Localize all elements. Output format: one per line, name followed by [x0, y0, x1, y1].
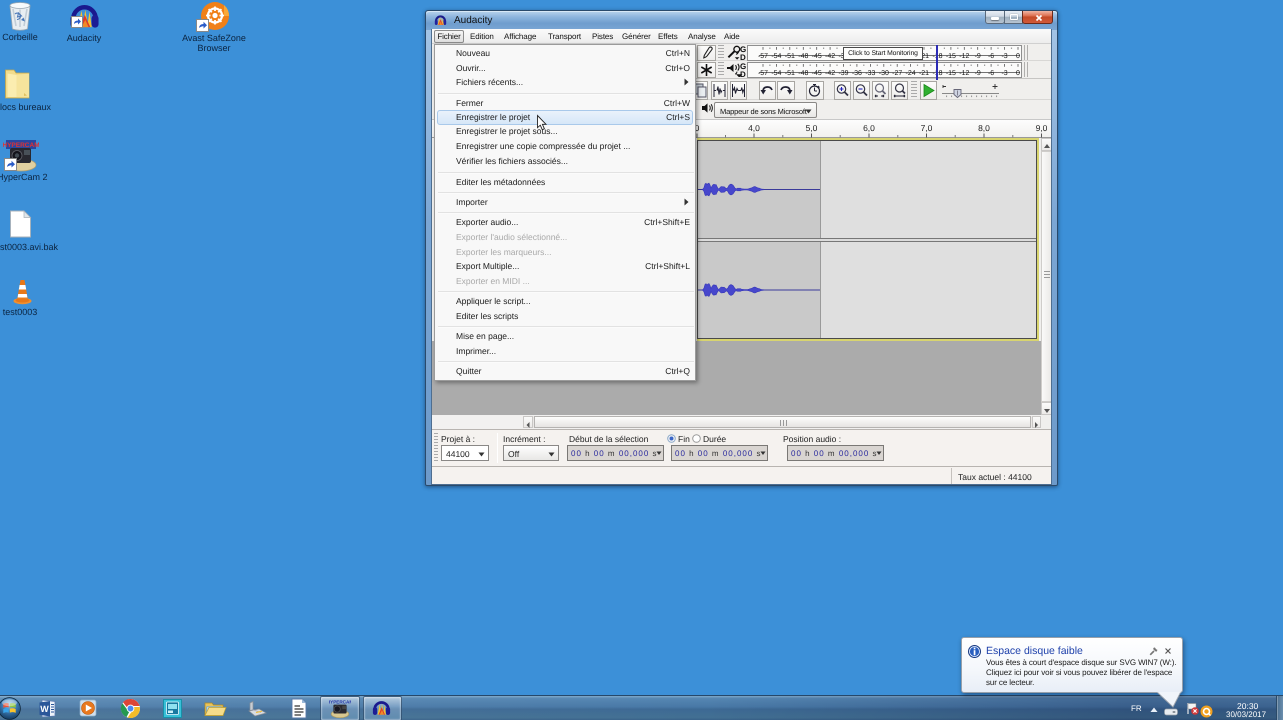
svg-text:4,0: 4,0: [748, 123, 760, 133]
svg-text:-48: -48: [798, 53, 808, 60]
svg-text:-12: -12: [959, 70, 969, 77]
svg-text:-48: -48: [798, 70, 808, 77]
svg-text:-9: -9: [974, 53, 980, 60]
svg-text:-30: -30: [878, 70, 888, 77]
svg-text:-51: -51: [784, 70, 794, 77]
svg-text:-24: -24: [905, 70, 915, 77]
svg-text:-45: -45: [811, 53, 821, 60]
svg-text:-42: -42: [825, 53, 835, 60]
svg-text:0: 0: [1016, 53, 1020, 60]
svg-text:HYPERCAM: HYPERCAM: [329, 699, 351, 705]
svg-text:-33: -33: [865, 70, 875, 77]
svg-text:-54: -54: [771, 53, 781, 60]
svg-text:HYPERCAM: HYPERCAM: [3, 142, 39, 149]
svg-text:-57: -57: [757, 53, 767, 60]
svg-text:-3: -3: [1001, 53, 1007, 60]
svg-text:-42: -42: [825, 70, 835, 77]
svg-text:-6: -6: [987, 53, 993, 60]
svg-text:-51: -51: [784, 53, 794, 60]
svg-text:-39: -39: [838, 70, 848, 77]
svg-text:-36: -36: [851, 70, 861, 77]
svg-text:-12: -12: [959, 53, 969, 60]
svg-text:-9: -9: [974, 70, 980, 77]
svg-text:-6: -6: [987, 70, 993, 77]
svg-text:6,0: 6,0: [863, 123, 875, 133]
svg-text:7,0: 7,0: [921, 123, 933, 133]
svg-text:-45: -45: [811, 70, 821, 77]
svg-text:-21: -21: [918, 70, 928, 77]
svg-text:-15: -15: [945, 53, 955, 60]
svg-text:-27: -27: [892, 70, 902, 77]
svg-text:0: 0: [1016, 70, 1020, 77]
svg-text:-3: -3: [1001, 70, 1007, 77]
svg-text:-15: -15: [945, 70, 955, 77]
svg-text:-54: -54: [771, 70, 781, 77]
svg-text:9,0: 9,0: [1036, 123, 1048, 133]
svg-text:W: W: [40, 704, 49, 714]
svg-text:8,0: 8,0: [978, 123, 990, 133]
svg-text:5,0: 5,0: [806, 123, 818, 133]
svg-text:-57: -57: [757, 70, 767, 77]
